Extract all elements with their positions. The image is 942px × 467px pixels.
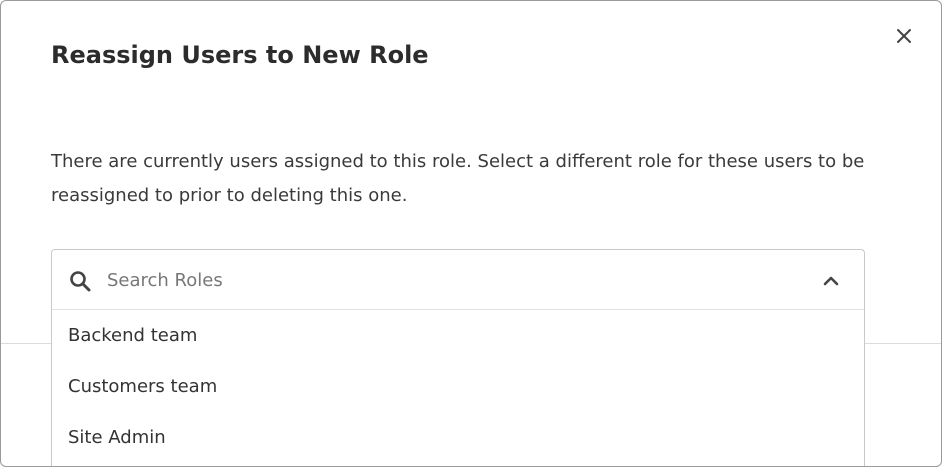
modal-description: There are currently users assigned to th… (51, 151, 865, 206)
role-options-list: Backend team Customers team Site Admin (52, 311, 864, 464)
close-icon (897, 29, 911, 43)
search-roles-input[interactable] (107, 264, 807, 296)
role-select-header[interactable] (52, 250, 864, 310)
role-option-site-admin[interactable]: Site Admin (52, 413, 864, 464)
reassign-role-modal: Reassign Users to New Role There are cur… (0, 0, 942, 467)
role-option-customers-team[interactable]: Customers team (52, 362, 864, 413)
modal-title: Reassign Users to New Role (51, 41, 429, 69)
role-select[interactable]: Backend team Customers team Site Admin (51, 249, 865, 466)
close-button[interactable] (891, 23, 917, 49)
role-option-backend-team[interactable]: Backend team (52, 311, 864, 362)
chevron-up-icon[interactable] (822, 272, 840, 290)
search-icon (70, 271, 91, 292)
